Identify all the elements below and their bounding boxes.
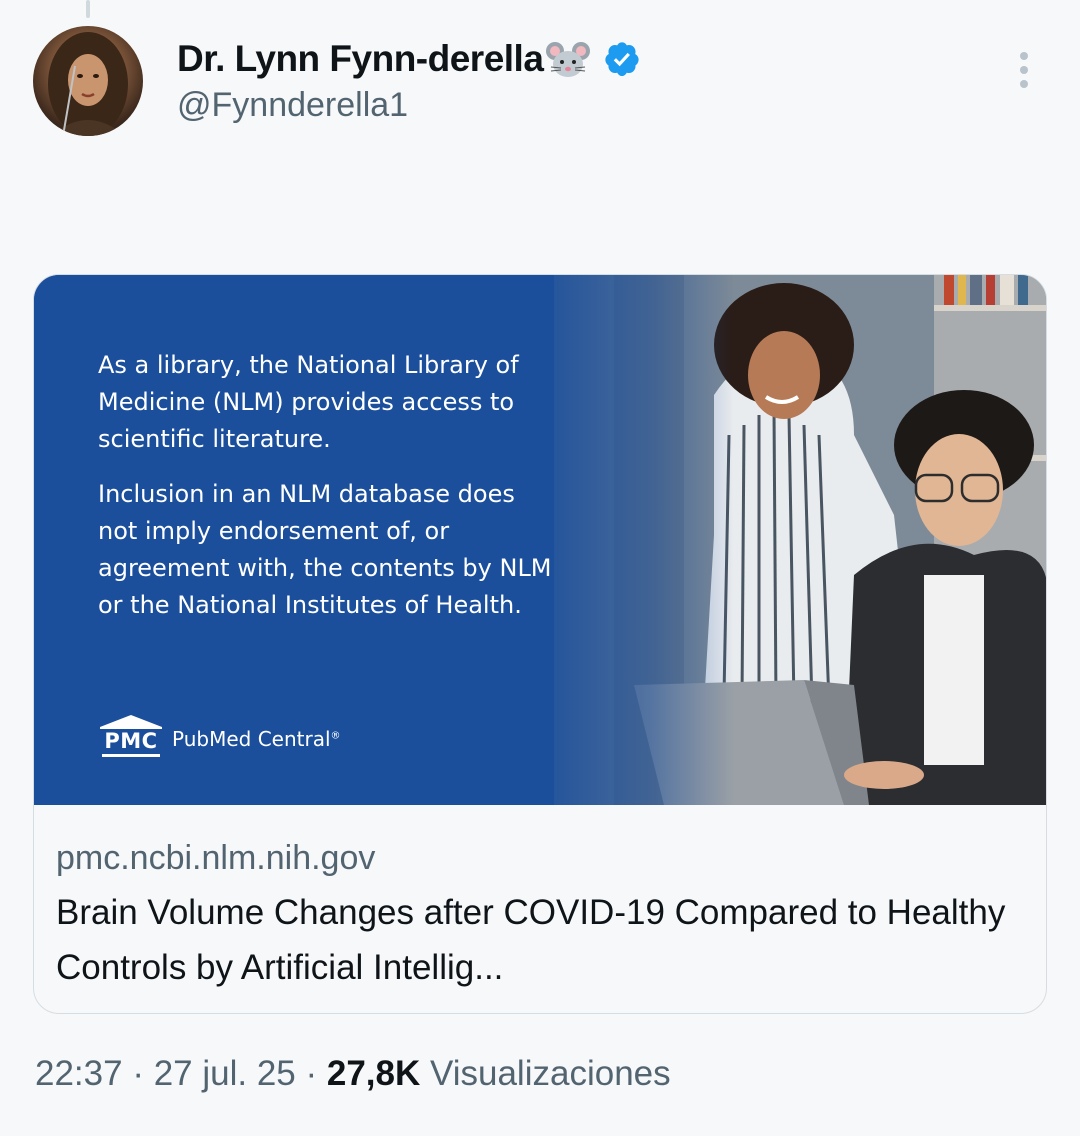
pmc-building-icon: PMC: [98, 713, 164, 757]
author-name-row[interactable]: Dr. Lynn Fynn-derella: [177, 34, 641, 84]
tweet-header: Dr. Lynn Fynn-derella @Fynnderella1: [0, 0, 1080, 150]
avatar-portrait-image: [48, 32, 128, 136]
display-name[interactable]: Dr. Lynn Fynn-derella: [177, 38, 544, 80]
tweet-date[interactable]: 27 jul. 25: [154, 1054, 296, 1093]
disclaimer-paragraph-1: As a library, the National Library of Me…: [98, 351, 519, 453]
meta-separator: ·: [122, 1054, 154, 1093]
views-count[interactable]: 27,8K: [327, 1054, 420, 1093]
tweet-metadata: 22:37 · 27 jul. 25 · 27,8K Visualizacion…: [35, 1054, 671, 1094]
pmc-mark-letters: PMC: [102, 729, 160, 757]
tweet-time[interactable]: 22:37: [35, 1054, 123, 1093]
more-options-button[interactable]: [1008, 48, 1040, 92]
link-card-meta[interactable]: pmc.ncbi.nlm.nih.gov Brain Volume Change…: [56, 835, 1026, 995]
verified-badge-icon[interactable]: [603, 40, 641, 78]
link-title[interactable]: Brain Volume Changes after COVID-19 Comp…: [56, 885, 1026, 995]
avatar[interactable]: [33, 26, 143, 136]
pmc-logo-text: PubMed Central: [172, 727, 331, 751]
mouse-face-icon: [546, 42, 591, 77]
link-domain[interactable]: pmc.ncbi.nlm.nih.gov: [56, 835, 1026, 881]
nlm-disclaimer-text: As a library, the National Library of Me…: [98, 347, 558, 624]
views-label[interactable]: Visualizaciones: [430, 1054, 671, 1093]
pmc-registered-mark: ®: [330, 730, 341, 742]
author-handle[interactable]: @Fynnderella1: [177, 86, 408, 125]
meta-separator: ·: [295, 1054, 327, 1093]
more-vertical-icon: [1020, 52, 1028, 60]
pmc-logo: PMC PubMed Central®: [98, 713, 341, 757]
link-preview-image[interactable]: As a library, the National Library of Me…: [34, 275, 1046, 805]
link-preview-card[interactable]: As a library, the National Library of Me…: [33, 274, 1047, 1014]
disclaimer-paragraph-2: Inclusion in an NLM database does not im…: [98, 480, 552, 619]
